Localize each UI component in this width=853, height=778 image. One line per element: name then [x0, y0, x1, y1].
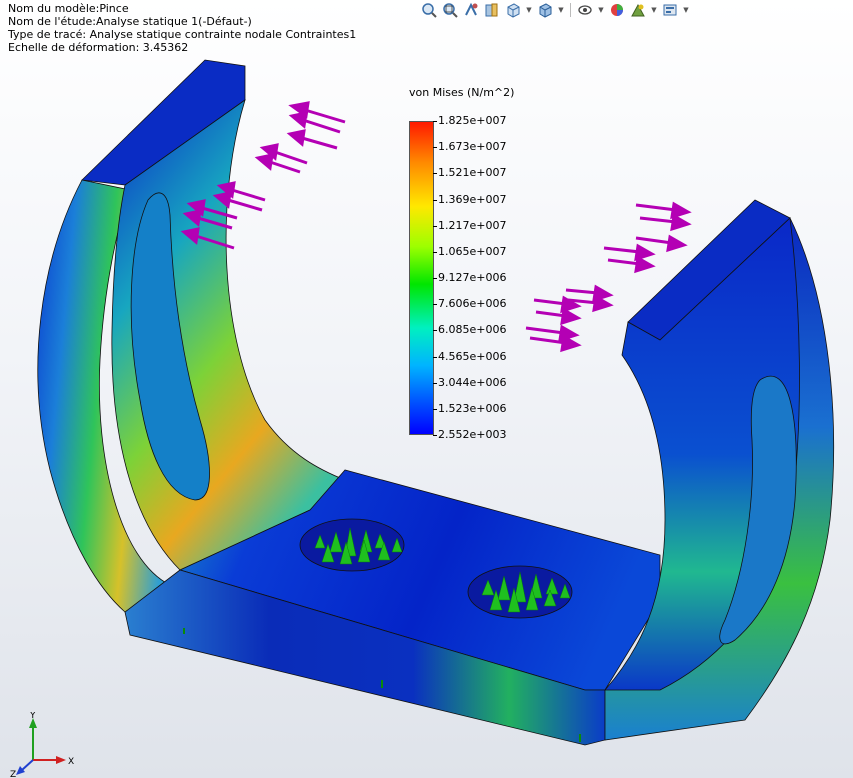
toolbar-separator: [570, 3, 571, 17]
display-style-icon[interactable]: [536, 1, 554, 19]
legend-label: 9.127e+006: [432, 271, 507, 284]
legend-label: 1.673e+007: [432, 140, 507, 154]
previous-view-icon[interactable]: [462, 1, 480, 19]
heads-up-view-toolbar: ▼ ▼ ▼ ▼ ▼: [420, 1, 690, 19]
legend-label: 3.044e+006: [432, 375, 507, 389]
legend-color-bar[interactable]: [409, 121, 434, 435]
reference-triad: Y X Z: [10, 712, 74, 778]
legend-label: 2.552e+003: [432, 428, 507, 441]
view-orientation-dropdown[interactable]: ▼: [525, 1, 533, 19]
study-info: Nom du modèle:Pince Nom de l'étude:Analy…: [8, 2, 356, 54]
legend-label: 1.523e+006: [432, 401, 507, 415]
model-name: Nom du modèle:Pince: [8, 2, 129, 15]
section-view-icon[interactable]: [483, 1, 501, 19]
view-settings-icon[interactable]: [661, 1, 679, 19]
legend-label: 1.825e+007: [432, 114, 507, 127]
legend-label: 1.065e+007: [432, 244, 507, 258]
hide-show-icon[interactable]: [576, 1, 594, 19]
triad-y-label: Y: [29, 712, 36, 721]
edit-appearance-icon[interactable]: [608, 1, 626, 19]
apply-scene-dropdown[interactable]: ▼: [650, 1, 658, 19]
legend-label: 1.521e+007: [432, 166, 507, 180]
triad-x-label: X: [68, 757, 74, 767]
study-name: Nom de l'étude:Analyse statique 1(-Défau…: [8, 15, 252, 28]
zoom-to-area-icon[interactable]: [441, 1, 459, 19]
legend-label: 1.217e+007: [432, 218, 507, 232]
legend-label: 6.085e+006: [432, 323, 507, 337]
graphics-viewport[interactable]: Nom du modèle:Pince Nom de l'étude:Analy…: [0, 0, 853, 778]
view-settings-dropdown[interactable]: ▼: [682, 1, 690, 19]
zoom-to-fit-icon[interactable]: [420, 1, 438, 19]
deformation-scale: Echelle de déformation: 3.45362: [8, 41, 189, 54]
display-style-dropdown[interactable]: ▼: [557, 1, 565, 19]
legend-title: von Mises (N/m^2): [409, 86, 515, 99]
triad-z-label: Z: [10, 770, 16, 778]
legend-label: 4.565e+006: [432, 349, 507, 363]
view-orientation-icon[interactable]: [504, 1, 522, 19]
legend-label: 1.369e+007: [432, 192, 507, 206]
apply-scene-icon[interactable]: [629, 1, 647, 19]
hide-show-dropdown[interactable]: ▼: [597, 1, 605, 19]
legend-label: 7.606e+006: [432, 297, 507, 311]
plot-type: Type de tracé: Analyse statique contrain…: [8, 28, 357, 41]
